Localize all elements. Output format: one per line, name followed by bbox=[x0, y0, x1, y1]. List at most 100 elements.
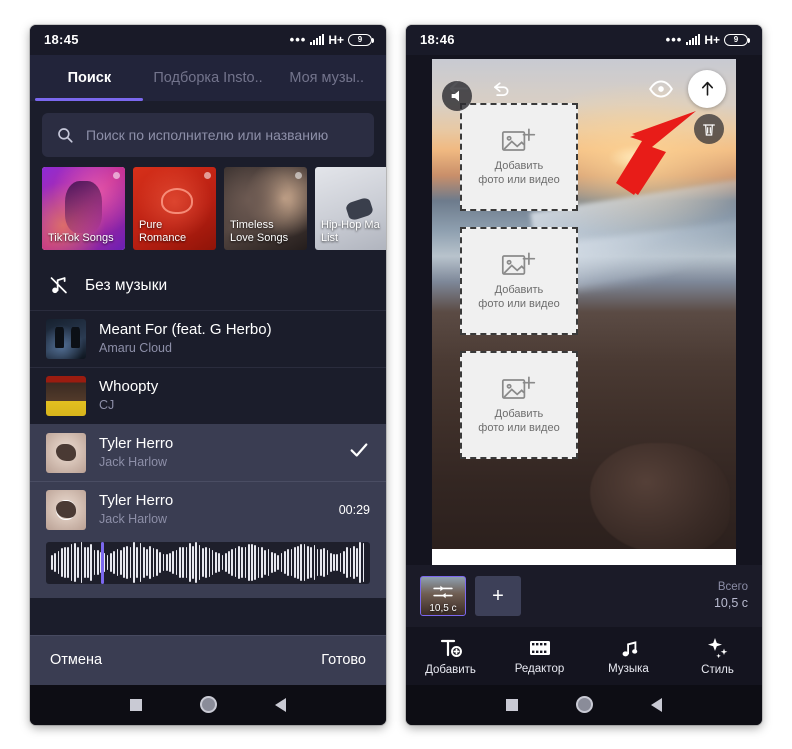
waveform-bar bbox=[352, 545, 355, 580]
playlist-card-pure-romance[interactable]: Pure Romance bbox=[133, 166, 216, 250]
waveform-bar bbox=[238, 546, 240, 579]
timeline-clip[interactable]: 10,5 с bbox=[420, 575, 466, 616]
waveform-bar bbox=[274, 553, 276, 572]
waveform-bar bbox=[83, 546, 86, 579]
trash-glyph bbox=[703, 123, 715, 136]
waveform-bar bbox=[110, 553, 112, 572]
recents-button-icon[interactable] bbox=[130, 698, 142, 711]
waveform-bar bbox=[195, 542, 198, 583]
sparkle-icon bbox=[707, 637, 727, 658]
playlist-label: Hip-Hop Ma List bbox=[321, 218, 380, 244]
recents-button-icon[interactable] bbox=[506, 698, 518, 711]
waveform-bar bbox=[323, 548, 326, 577]
waveform-bar bbox=[126, 546, 129, 579]
track-title: Meant For (feat. G Herbo) bbox=[99, 321, 272, 338]
pause-icon[interactable] bbox=[56, 499, 76, 520]
upload-icon[interactable] bbox=[688, 69, 726, 108]
track-title: Tyler Herro bbox=[99, 435, 174, 452]
add-clip-button[interactable]: + bbox=[475, 575, 521, 616]
waveform-bar bbox=[198, 544, 201, 581]
waveform-bar bbox=[244, 547, 247, 578]
cancel-button[interactable]: Отмена bbox=[50, 652, 102, 668]
waveform-bar bbox=[306, 546, 309, 579]
speaker-icon[interactable] bbox=[442, 80, 472, 111]
film-strip-icon bbox=[529, 640, 550, 655]
tab-my-music[interactable]: Моя музы.. bbox=[267, 55, 386, 101]
waveform-bar bbox=[290, 549, 293, 576]
trash-icon[interactable] bbox=[694, 113, 724, 144]
tab-insta-selection[interactable]: Подборка Insto.. bbox=[149, 55, 268, 101]
waveform-bar bbox=[267, 548, 270, 577]
waveform-bar bbox=[90, 544, 93, 581]
editor-bottom-nav: Добавить Редактор Музыка Стиль bbox=[406, 626, 762, 685]
waveform-bar bbox=[96, 549, 99, 576]
nav-label: Стиль bbox=[701, 663, 734, 676]
network-type-label: H+ bbox=[328, 32, 344, 47]
waveform-bar bbox=[336, 553, 339, 572]
home-button-icon[interactable] bbox=[576, 696, 593, 713]
waveform-bar bbox=[133, 542, 135, 583]
waveform-bar bbox=[159, 551, 161, 574]
table-row-selected[interactable]: Tyler Herro Jack Harlow bbox=[30, 423, 386, 481]
waveform-bar bbox=[218, 553, 221, 572]
undo-icon[interactable] bbox=[484, 78, 518, 99]
back-button-icon[interactable] bbox=[275, 697, 286, 712]
eye-icon[interactable] bbox=[644, 76, 678, 102]
waveform-bar bbox=[293, 547, 296, 578]
add-photo-or-video-placeholder[interactable]: Добавить фото или видео bbox=[460, 226, 578, 335]
waveform-bar bbox=[165, 554, 168, 571]
table-row-playing[interactable]: Tyler Herro Jack Harlow 00:29 bbox=[30, 480, 386, 538]
waveform-bar bbox=[67, 546, 70, 579]
audio-waveform[interactable] bbox=[46, 541, 370, 584]
waveform-playhead[interactable] bbox=[101, 541, 105, 584]
playlist-carousel[interactable]: TikTok Songs Pure Romance Timeless Love … bbox=[30, 166, 386, 262]
no-music-row[interactable]: Без музыки bbox=[30, 262, 386, 310]
table-row[interactable]: Whoopty CJ bbox=[30, 366, 386, 424]
placeholder-label: Добавить фото или видео bbox=[478, 408, 560, 434]
playlist-card-timeless-love-songs[interactable]: Timeless Love Songs bbox=[224, 166, 307, 250]
nav-item-add[interactable]: Добавить bbox=[406, 636, 495, 676]
preview-eye-glyph bbox=[649, 79, 673, 98]
playlist-card-hip-hop-master-list[interactable]: Hip-Hop Ma List bbox=[315, 166, 386, 250]
image-plus-icon bbox=[501, 252, 536, 275]
home-button-icon[interactable] bbox=[200, 696, 217, 713]
music-picker-screen: Поиск Подборка Insto.. Моя музы.. Поиск … bbox=[30, 54, 386, 685]
waveform-bar bbox=[310, 546, 312, 579]
waveform-bar bbox=[326, 550, 329, 575]
playlist-card-tiktok-songs[interactable]: TikTok Songs bbox=[42, 166, 125, 250]
checkmark-icon bbox=[348, 439, 370, 466]
status-clock: 18:46 bbox=[420, 32, 455, 47]
clip-duration-label: 10,5 с bbox=[429, 602, 457, 614]
video-canvas[interactable]: Добавить фото или видео Добавить фото ил… bbox=[432, 58, 736, 565]
nav-item-style[interactable]: Стиль bbox=[673, 636, 762, 676]
nav-item-editor[interactable]: Редактор bbox=[495, 637, 584, 675]
track-duration: 00:29 bbox=[338, 502, 370, 517]
waveform-bar bbox=[329, 552, 332, 573]
waveform-bar bbox=[231, 549, 234, 576]
tab-search[interactable]: Поиск bbox=[30, 55, 149, 101]
search-input[interactable] bbox=[86, 126, 360, 143]
left-status-bar: 18:45 ••• H+ 9 bbox=[30, 24, 386, 55]
status-indicators: ••• H+ 9 bbox=[666, 33, 750, 47]
waveform-bar bbox=[205, 547, 207, 578]
waveform-bar bbox=[139, 542, 142, 583]
add-photo-or-video-placeholder[interactable]: Добавить фото или видео bbox=[460, 350, 578, 459]
nav-item-music[interactable]: Музыка bbox=[584, 637, 673, 675]
waveform-bar bbox=[142, 547, 145, 578]
waveform-bar bbox=[221, 554, 224, 571]
waveform-bar bbox=[346, 547, 348, 578]
waveform-bar bbox=[234, 548, 237, 577]
waveform-bar bbox=[356, 547, 358, 578]
table-row[interactable]: Meant For (feat. G Herbo) Amaru Cloud bbox=[30, 309, 386, 367]
waveform-bar bbox=[333, 554, 335, 571]
add-photo-or-video-placeholder[interactable]: Добавить фото или видео bbox=[460, 102, 578, 211]
waveform-bar bbox=[359, 542, 362, 583]
waveform-bar bbox=[257, 546, 260, 579]
editor-canvas-area: Добавить фото или видео Добавить фото ил… bbox=[406, 55, 762, 565]
active-tab-underline bbox=[35, 98, 143, 101]
back-button-icon[interactable] bbox=[651, 697, 662, 712]
search-box[interactable] bbox=[42, 112, 374, 157]
battery-level-label: 9 bbox=[733, 35, 739, 44]
done-button[interactable]: Готово bbox=[321, 652, 366, 668]
waveform-bar bbox=[175, 550, 178, 575]
